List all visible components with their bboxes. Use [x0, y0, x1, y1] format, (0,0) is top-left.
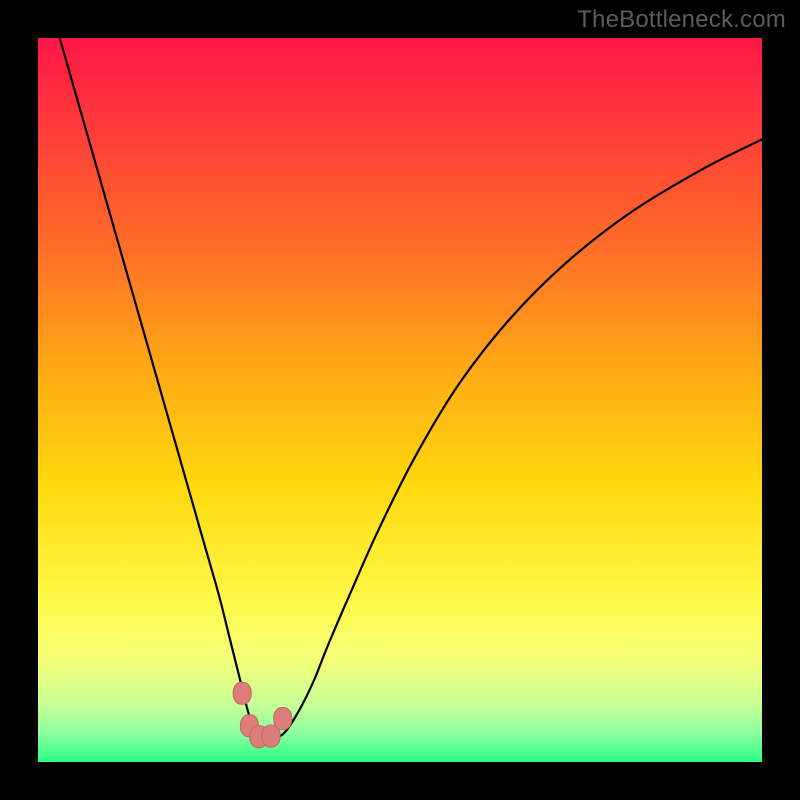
curve-markers — [233, 682, 292, 747]
curve-marker — [274, 708, 292, 730]
curve-marker — [233, 682, 251, 704]
curve-layer — [38, 38, 762, 762]
bottleneck-curve — [60, 38, 762, 739]
chart-frame: TheBottleneck.com — [0, 0, 800, 800]
plot-area — [38, 38, 762, 762]
watermark-label: TheBottleneck.com — [577, 6, 786, 34]
